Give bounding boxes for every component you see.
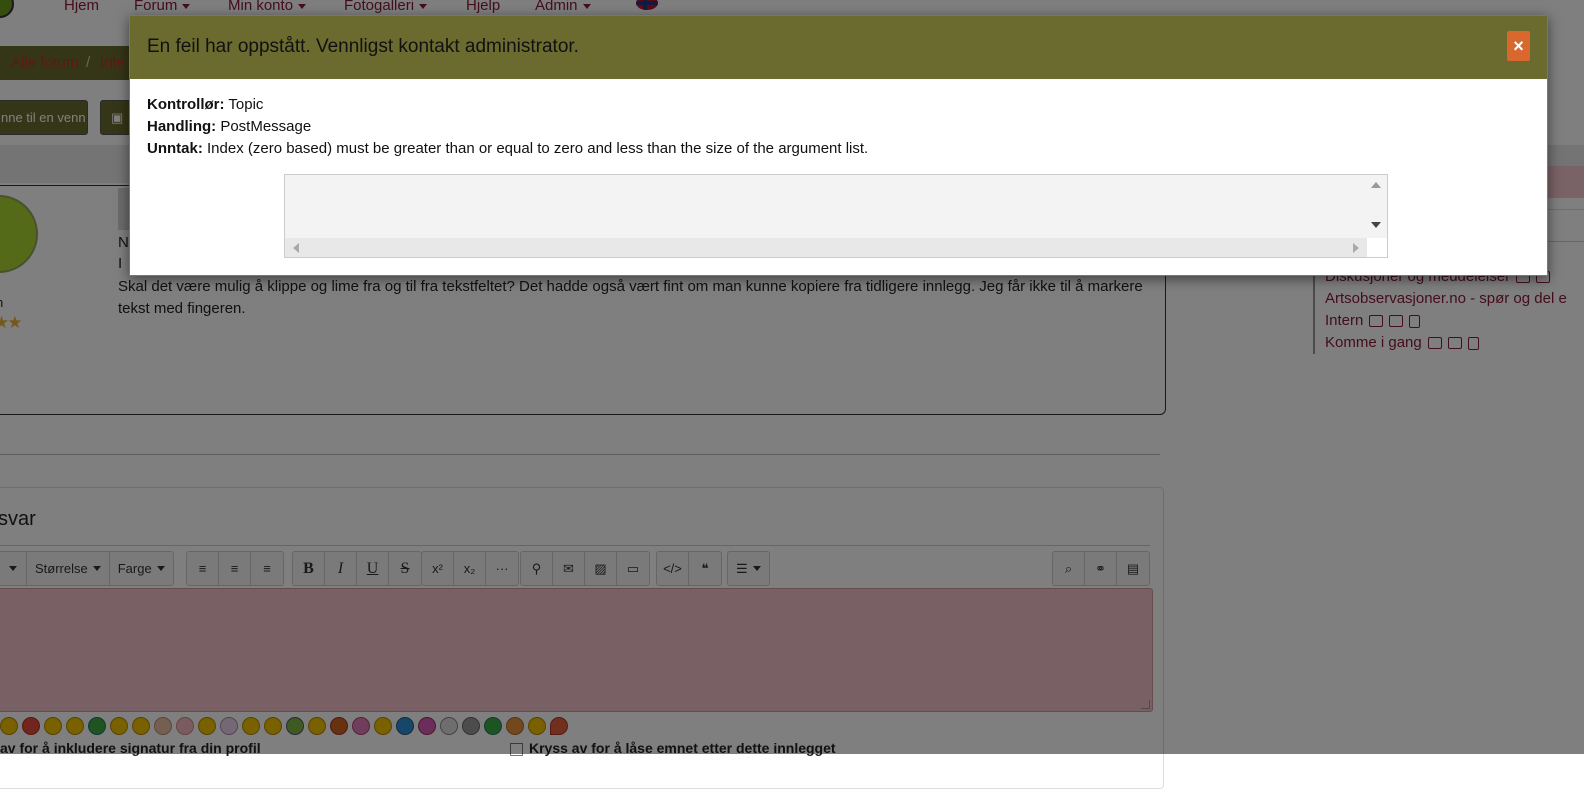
scroll-right-icon[interactable] [1353, 243, 1359, 253]
error-dialog-header: En feil har oppstått. Vennligst kontakt … [130, 16, 1547, 79]
controller-value: Topic [228, 96, 264, 113]
horizontal-scrollbar[interactable] [285, 238, 1367, 257]
controller-label: Kontrollør: [147, 96, 225, 113]
scroll-up-icon[interactable] [1371, 182, 1381, 188]
action-row: Handling: PostMessage [147, 118, 311, 135]
controller-row: Kontrollør: Topic [147, 96, 263, 113]
scroll-down-icon[interactable] [1371, 222, 1381, 228]
stack-trace-box[interactable] [284, 174, 1388, 258]
close-icon: × [1513, 36, 1524, 56]
error-dialog: En feil har oppstått. Vennligst kontakt … [129, 15, 1548, 276]
scrollbar-corner [1367, 238, 1387, 257]
action-label: Handling: [147, 118, 217, 135]
exception-row: Unntak: Index (zero based) must be great… [147, 140, 868, 157]
exception-label: Unntak: [147, 140, 203, 157]
scroll-left-icon[interactable] [293, 243, 299, 253]
close-button[interactable]: × [1507, 31, 1530, 61]
action-value: PostMessage [220, 118, 312, 135]
exception-value: Index (zero based) must be greater than … [207, 140, 869, 157]
error-dialog-title: En feil har oppstått. Vennligst kontakt … [147, 36, 579, 57]
